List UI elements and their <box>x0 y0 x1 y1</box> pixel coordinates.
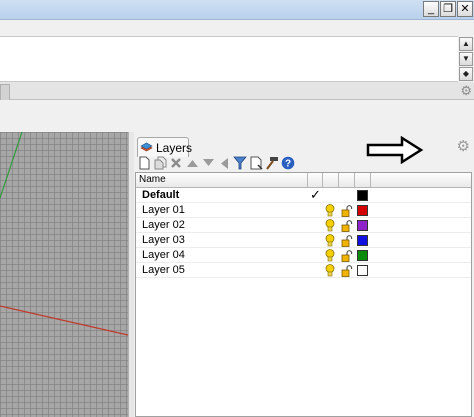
layers-toolbar: ? <box>137 154 295 172</box>
layers-icon <box>140 142 153 154</box>
move-down-icon[interactable] <box>201 155 215 171</box>
close-button[interactable]: ✕ <box>457 1 473 17</box>
tools-icon[interactable] <box>249 155 263 171</box>
lightbulb-icon[interactable] <box>325 264 335 277</box>
new-sublayer-icon[interactable] <box>153 155 167 171</box>
svg-text:?: ? <box>285 159 291 170</box>
move-up-icon[interactable] <box>185 155 199 171</box>
column-divider[interactable] <box>338 173 339 187</box>
layer-row-layer-01[interactable]: Layer 01 <box>136 203 471 218</box>
layer-name[interactable]: Default <box>142 189 179 201</box>
hammer-icon[interactable] <box>265 155 279 171</box>
y-axis-line <box>0 132 23 199</box>
layer-name[interactable]: Layer 02 <box>142 219 185 231</box>
layer-color-swatch[interactable] <box>357 190 368 201</box>
layer-row-layer-04[interactable]: Layer 04 <box>136 248 471 263</box>
right-arrow-icon <box>366 136 424 164</box>
panel-gear-icon[interactable]: ⚙ <box>457 137 470 155</box>
tab-layers-label: Layers <box>156 140 193 155</box>
layers-list: Name Default ✓ Layer 01 Layer 02 Layer 0… <box>135 172 472 417</box>
gear-icon[interactable]: ⚙ <box>460 83 472 99</box>
lightbulb-icon[interactable] <box>325 249 335 262</box>
toolbar-tab[interactable] <box>0 84 10 100</box>
layer-color-swatch[interactable] <box>357 205 368 216</box>
filter-icon[interactable] <box>233 155 247 171</box>
toolbar-tab-strip: ⚙ <box>0 82 474 100</box>
new-layer-icon[interactable] <box>137 155 151 171</box>
restore-button[interactable]: ❐ <box>440 1 456 17</box>
column-divider[interactable] <box>322 173 323 187</box>
unlocked-icon[interactable] <box>341 250 353 262</box>
delete-icon[interactable] <box>169 155 183 171</box>
current-layer-check-icon[interactable]: ✓ <box>310 187 321 203</box>
app-window: _ ❐ ✕ ▲ ▼ ◆ ⚙ Layers ⚙ ? Name Default ✓ … <box>0 0 474 417</box>
unlocked-icon[interactable] <box>341 235 353 247</box>
unlocked-icon[interactable] <box>341 205 353 217</box>
name-column-header[interactable]: Name <box>139 174 166 185</box>
viewport-axes <box>0 132 128 336</box>
layer-color-swatch[interactable] <box>357 220 368 231</box>
layer-color-swatch[interactable] <box>357 250 368 261</box>
layers-panel: Layers ⚙ ? Name Default ✓ Layer 01 Layer… <box>134 132 474 417</box>
help-icon[interactable]: ? <box>281 155 295 171</box>
layer-row-layer-02[interactable]: Layer 02 <box>136 218 471 233</box>
viewport[interactable] <box>0 132 128 417</box>
layer-name[interactable]: Layer 05 <box>142 264 185 276</box>
layer-name[interactable]: Layer 01 <box>142 204 185 216</box>
unlocked-icon[interactable] <box>341 220 353 232</box>
command-history-area[interactable] <box>0 36 458 82</box>
move-left-icon[interactable] <box>217 155 231 171</box>
scroll-down-button[interactable]: ▼ <box>459 52 473 66</box>
window-controls: _ ❐ ✕ <box>423 1 473 17</box>
lightbulb-icon[interactable] <box>325 204 335 217</box>
scroll-page-button[interactable]: ◆ <box>459 67 473 81</box>
lightbulb-icon[interactable] <box>325 234 335 247</box>
x-axis-line <box>0 305 128 336</box>
layer-color-swatch[interactable] <box>357 265 368 276</box>
layer-name[interactable]: Layer 04 <box>142 249 185 261</box>
title-bar: _ ❐ ✕ <box>0 0 474 20</box>
layer-row-default[interactable]: Default ✓ <box>136 187 471 203</box>
scroll-up-button[interactable]: ▲ <box>459 37 473 51</box>
unlocked-icon[interactable] <box>341 265 353 277</box>
layer-row-layer-05[interactable]: Layer 05 <box>136 263 471 278</box>
layer-color-swatch[interactable] <box>357 235 368 246</box>
column-divider[interactable] <box>370 173 371 187</box>
command-scrollbar[interactable]: ▲ ▼ ◆ <box>458 36 474 82</box>
layer-name[interactable]: Layer 03 <box>142 234 185 246</box>
minimize-button[interactable]: _ <box>423 1 439 17</box>
layers-list-header: Name <box>136 173 471 188</box>
column-divider[interactable] <box>307 173 308 187</box>
lightbulb-icon[interactable] <box>325 219 335 232</box>
layer-row-layer-03[interactable]: Layer 03 <box>136 233 471 248</box>
column-divider[interactable] <box>354 173 355 187</box>
